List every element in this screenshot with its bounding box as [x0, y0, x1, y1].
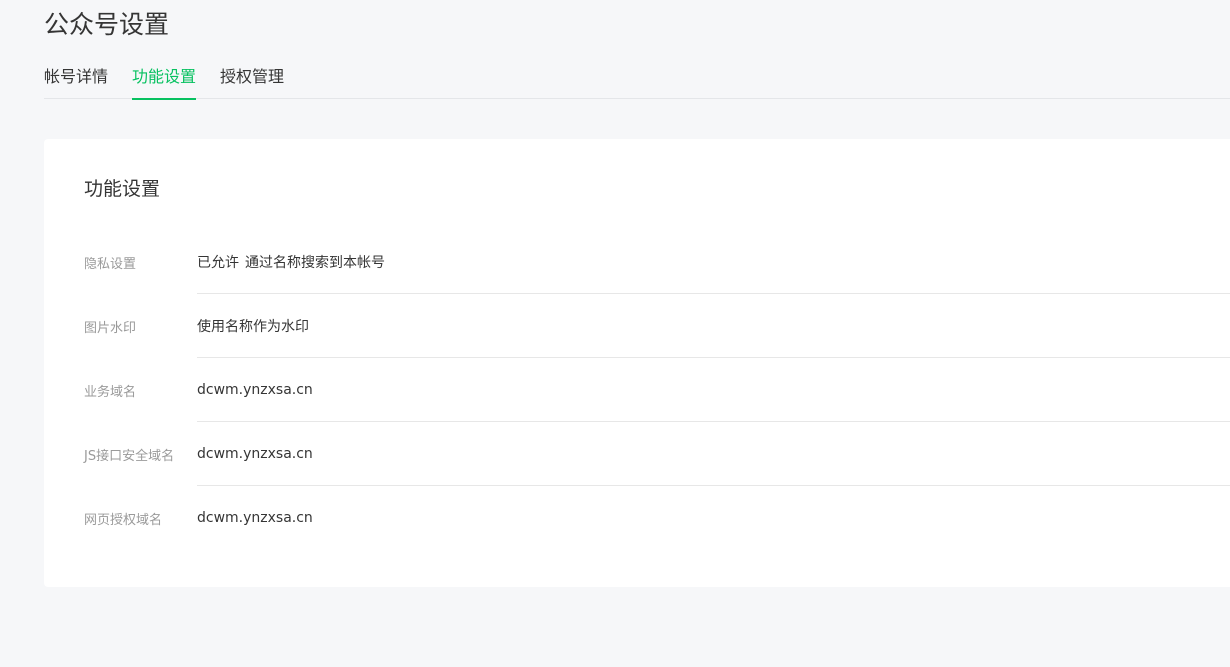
tab-feature-settings[interactable]: 功能设置: [132, 62, 197, 100]
status-text: 已允许: [197, 255, 239, 271]
setting-value: dcwm.ynzxsa.cn: [197, 510, 313, 526]
setting-label: 隐私设置: [84, 256, 137, 272]
setting-row-watermark: 图片水印 使用名称作为水印: [84, 294, 1230, 358]
setting-label: 网页授权域名: [84, 512, 163, 528]
setting-value: 使用名称作为水印: [197, 319, 309, 335]
feature-settings-panel: 功能设置 隐私设置 已允许 通过名称搜索到本帐号 图片水印 使用名称作为水印 业务…: [44, 139, 1230, 587]
setting-label: 业务域名: [84, 384, 137, 400]
setting-row-business-domain: 业务域名 dcwm.ynzxsa.cn: [84, 358, 1230, 422]
setting-row-oauth-domain: 网页授权域名 dcwm.ynzxsa.cn: [84, 486, 1230, 550]
page-title: 公众号设置: [44, 10, 170, 39]
settings-list: 隐私设置 已允许 通过名称搜索到本帐号 图片水印 使用名称作为水印 业务域名 dc…: [84, 230, 1230, 550]
setting-value: 已允许 通过名称搜索到本帐号: [197, 252, 385, 272]
tab-bar: 帐号详情 功能设置 授权管理: [44, 62, 1230, 100]
section-title: 功能设置: [84, 178, 161, 200]
tab-authorization-management[interactable]: 授权管理: [220, 62, 284, 99]
privacy-description: 通过名称搜索到本帐号: [245, 255, 385, 271]
setting-row-privacy: 隐私设置 已允许 通过名称搜索到本帐号: [84, 230, 1230, 294]
tab-account-details[interactable]: 帐号详情: [44, 62, 108, 99]
setting-value: dcwm.ynzxsa.cn: [197, 382, 313, 398]
setting-value: dcwm.ynzxsa.cn: [197, 446, 313, 462]
setting-label: 图片水印: [84, 320, 137, 336]
setting-row-js-domain: JS接口安全域名 dcwm.ynzxsa.cn: [84, 422, 1230, 486]
setting-label: JS接口安全域名: [84, 448, 175, 464]
